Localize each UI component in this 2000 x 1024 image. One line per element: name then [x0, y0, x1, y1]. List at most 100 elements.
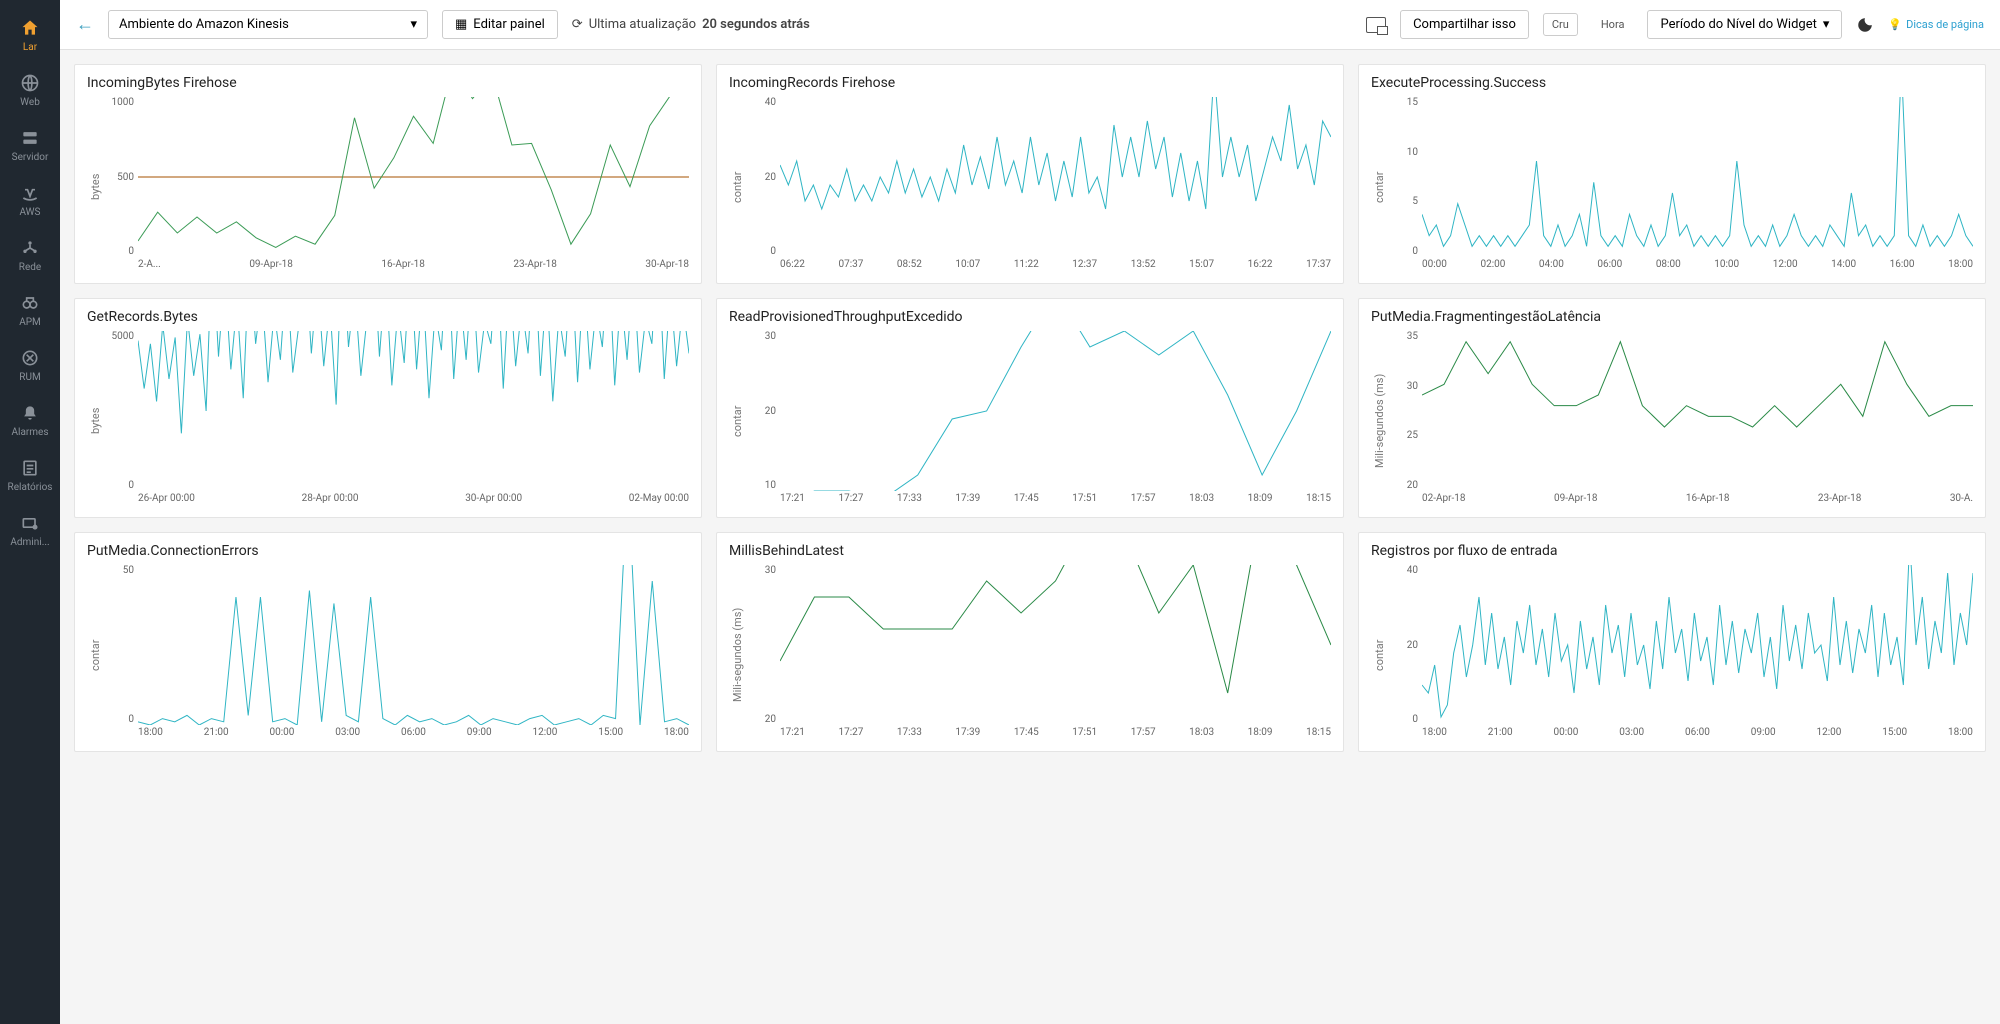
- chart-body: Mili-segundos (ms)3530252002-Apr-1809-Ap…: [1371, 331, 1973, 511]
- dashboard-name: Ambiente do Amazon Kinesis: [119, 17, 289, 32]
- y-axis-label: Mili-segundos (ms): [1371, 331, 1388, 511]
- aws-icon: [20, 183, 40, 203]
- sidebar-item-binoc[interactable]: APM: [0, 283, 60, 338]
- sidebar-label: Web: [20, 97, 40, 108]
- y-axis-label: Mili-segundos (ms): [729, 565, 746, 745]
- x-ticks: 06:2207:3708:5210:0711:2212:3713:5215:07…: [780, 259, 1331, 277]
- x-ticks: 18:0021:0000:0003:0006:0009:0012:0015:00…: [138, 727, 689, 745]
- sidebar-label: AWS: [20, 207, 41, 218]
- refresh-status[interactable]: ⟳ Ultima atualização 20 segundos atrás: [572, 17, 810, 32]
- chart-title: PutMedia.FragmentingestãoLatência: [1371, 309, 1973, 325]
- back-button[interactable]: ←: [76, 14, 94, 35]
- x-ticks: 00:0002:0004:0006:0008:0010:0012:0014:00…: [1422, 259, 1973, 277]
- chart-body: bytes5000026-Apr 00:0028-Apr 00:0030-Apr…: [87, 331, 689, 511]
- chart-title: IncomingBytes Firehose: [87, 75, 689, 91]
- chart-card-c5[interactable]: PutMedia.FragmentingestãoLatência Mili-se…: [1358, 298, 1986, 518]
- sidebar-item-admin[interactable]: Admini...: [0, 503, 60, 558]
- chart-title: IncomingRecords Firehose: [729, 75, 1331, 91]
- y-axis-label: contar: [729, 97, 746, 277]
- chart-body: contar4020018:0021:0000:0003:0006:0009:0…: [1371, 565, 1973, 745]
- dashboard-select[interactable]: Ambiente do Amazon Kinesis ▾: [108, 10, 428, 39]
- sidebar-label: Servidor: [12, 152, 49, 163]
- chart-card-c6[interactable]: PutMedia.ConnectionErrors contar50018:002…: [74, 532, 702, 752]
- bell-icon: [20, 403, 40, 423]
- sidebar-label: Rede: [19, 262, 41, 273]
- chart-card-c2[interactable]: ExecuteProcessing.Success contar15105000:…: [1358, 64, 1986, 284]
- sidebar-label: RUM: [19, 372, 40, 383]
- chart-body: contar30201017:2117:2717:3317:3917:4517:…: [729, 331, 1331, 511]
- dark-mode-icon[interactable]: [1856, 16, 1874, 34]
- sidebar-item-aws[interactable]: AWS: [0, 173, 60, 228]
- y-axis-label: contar: [1371, 97, 1388, 277]
- topbar: ← Ambiente do Amazon Kinesis ▾ ▦ Editar …: [60, 0, 2000, 50]
- chart-body: contar15105000:0002:0004:0006:0008:0010:…: [1371, 97, 1973, 277]
- cast-icon[interactable]: [1366, 17, 1386, 33]
- period-select[interactable]: Período do Nível do Widget ▾: [1647, 10, 1842, 39]
- sidebar-item-report[interactable]: Relatórios: [0, 448, 60, 503]
- sidebar-label: APM: [19, 317, 41, 328]
- last-update-label: Ultima atualização: [589, 17, 696, 32]
- y-ticks: 302010: [746, 331, 780, 491]
- x-ticks: 18:0021:0000:0003:0006:0009:0012:0015:00…: [1422, 727, 1973, 745]
- bulb-icon: 💡: [1888, 18, 1902, 31]
- binoc-icon: [20, 293, 40, 313]
- sidebar-item-home[interactable]: Lar: [0, 8, 60, 63]
- chart-card-c4[interactable]: ReadProvisionedThroughputExcedido contar3…: [716, 298, 1344, 518]
- edit-panel-button[interactable]: ▦ Editar painel: [442, 10, 558, 39]
- sidebar-item-rum[interactable]: RUM: [0, 338, 60, 393]
- globe-icon: [20, 73, 40, 93]
- raw-button[interactable]: Cru: [1543, 13, 1578, 36]
- x-ticks: 2-A...09-Apr-1816-Apr-1823-Apr-1830-Apr-…: [138, 259, 689, 277]
- page-tips[interactable]: 💡 Dicas de página: [1888, 18, 1984, 31]
- x-ticks: 17:2117:2717:3317:3917:4517:5117:5718:03…: [780, 493, 1331, 511]
- chart-title: MillisBehindLatest: [729, 543, 1331, 559]
- y-ticks: 10005000: [104, 97, 138, 257]
- y-ticks: 40200: [1388, 565, 1422, 725]
- sidebar-label: Lar: [23, 42, 37, 53]
- chart-body: contar4020006:2207:3708:5210:0711:2212:3…: [729, 97, 1331, 277]
- chart-card-c0[interactable]: IncomingBytes Firehose bytes100050002-A..…: [74, 64, 702, 284]
- chart-body: contar50018:0021:0000:0003:0006:0009:001…: [87, 565, 689, 745]
- sidebar-item-bell[interactable]: Alarmes: [0, 393, 60, 448]
- y-ticks: 151050: [1388, 97, 1422, 257]
- chart-grid: IncomingBytes Firehose bytes100050002-A..…: [60, 50, 2000, 766]
- chart-card-c7[interactable]: MillisBehindLatest Mili-segundos (ms)3020…: [716, 532, 1344, 752]
- chart-body: bytes100050002-A...09-Apr-1816-Apr-1823-…: [87, 97, 689, 277]
- sidebar-item-server[interactable]: Servidor: [0, 118, 60, 173]
- x-ticks: 17:2117:2717:3317:3917:4517:5117:5718:03…: [780, 727, 1331, 745]
- chart-title: ReadProvisionedThroughputExcedido: [729, 309, 1331, 325]
- y-axis-label: contar: [87, 565, 104, 745]
- hour-button[interactable]: Hora: [1592, 13, 1634, 36]
- home-icon: [20, 18, 40, 38]
- chart-title: Registros por fluxo de entrada: [1371, 543, 1973, 559]
- chart-title: GetRecords.Bytes: [87, 309, 689, 325]
- y-axis-label: contar: [729, 331, 746, 511]
- chart-title: ExecuteProcessing.Success: [1371, 75, 1973, 91]
- server-icon: [20, 128, 40, 148]
- sidebar-item-globe[interactable]: Web: [0, 63, 60, 118]
- edit-label: Editar painel: [473, 17, 544, 32]
- chart-body: Mili-segundos (ms)302017:2117:2717:3317:…: [729, 565, 1331, 745]
- chart-title: PutMedia.ConnectionErrors: [87, 543, 689, 559]
- admin-icon: [20, 513, 40, 533]
- main: ← Ambiente do Amazon Kinesis ▾ ▦ Editar …: [60, 0, 2000, 1024]
- chart-card-c1[interactable]: IncomingRecords Firehose contar4020006:22…: [716, 64, 1344, 284]
- y-ticks: 3020: [746, 565, 780, 725]
- sidebar-label: Alarmes: [11, 427, 48, 438]
- x-ticks: 02-Apr-1809-Apr-1816-Apr-1823-Apr-1830-A…: [1422, 493, 1973, 511]
- sidebar: Lar Web Servidor AWS Rede APM RUM Alarmes Relató…: [0, 0, 60, 1024]
- chart-card-c3[interactable]: GetRecords.Bytes bytes5000026-Apr 00:0028…: [74, 298, 702, 518]
- y-ticks: 35302520: [1388, 331, 1422, 491]
- y-ticks: 50000: [104, 331, 138, 491]
- sidebar-item-network[interactable]: Rede: [0, 228, 60, 283]
- chart-card-c8[interactable]: Registros por fluxo de entrada contar4020…: [1358, 532, 1986, 752]
- x-ticks: 26-Apr 00:0028-Apr 00:0030-Apr 00:0002-M…: [138, 493, 689, 511]
- y-axis-label: bytes: [87, 97, 104, 277]
- rum-icon: [20, 348, 40, 368]
- report-icon: [20, 458, 40, 478]
- y-axis-label: contar: [1371, 565, 1388, 745]
- chevron-down-icon: ▾: [1823, 17, 1830, 32]
- sidebar-label: Relatórios: [8, 482, 53, 493]
- share-button[interactable]: Compartilhar isso: [1400, 10, 1529, 39]
- chevron-down-icon: ▾: [410, 17, 417, 32]
